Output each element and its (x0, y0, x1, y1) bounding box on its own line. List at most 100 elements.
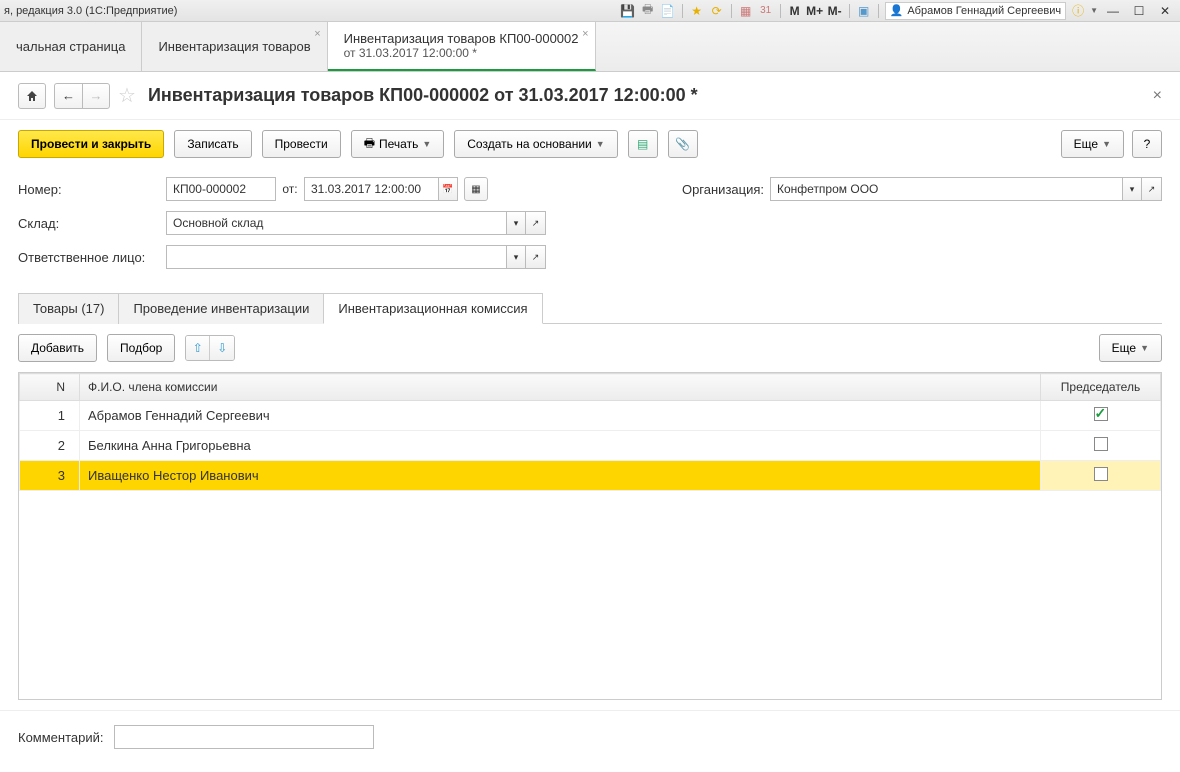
tab-start-page[interactable]: чальная страница (0, 22, 142, 71)
move-down-button[interactable]: ⇩ (210, 336, 234, 360)
close-icon[interactable]: × (582, 28, 588, 40)
create-based-button[interactable]: Создать на основании ▼ (454, 130, 617, 158)
dropdown-icon[interactable]: ▾ (506, 211, 526, 235)
warehouse-input[interactable]: Основной склад (166, 211, 506, 235)
move-up-button[interactable]: ⇧ (186, 336, 210, 360)
tab-inventory-doc[interactable]: Инвентаризация товаров КП00-000002 от 31… (328, 22, 596, 71)
cell-chair[interactable] (1041, 431, 1161, 461)
comment-label: Комментарий: (18, 730, 104, 745)
home-icon (25, 89, 39, 103)
responsible-input[interactable] (166, 245, 506, 269)
separator (849, 4, 850, 18)
save-button[interactable]: Записать (174, 130, 251, 158)
separator (878, 4, 879, 18)
cell-chair[interactable] (1041, 461, 1161, 491)
org-input[interactable]: Конфетпром ООО (770, 177, 1122, 201)
favorite-star-icon[interactable]: ☆ (118, 83, 136, 108)
tab-label: Инвентаризация товаров (158, 39, 310, 54)
cell-fio: Белкина Анна Григорьевна (80, 431, 1041, 461)
m-minus[interactable]: M- (827, 3, 843, 19)
table-row[interactable]: 3Иващенко Нестор Иванович (20, 461, 1161, 491)
close-button[interactable]: ✕ (1154, 3, 1176, 19)
history-icon[interactable]: ⟳ (709, 3, 725, 19)
titlebar: я, редакция 3.0 (1С:Предприятие) 💾 🖶 📄 ★… (0, 0, 1180, 22)
forward-button[interactable]: → (82, 83, 110, 109)
date-field[interactable]: 31.03.2017 12:00:00 📅 (304, 177, 458, 201)
chair-checkbox[interactable] (1094, 437, 1108, 451)
comment-row: Комментарий: (0, 710, 1180, 763)
table-row[interactable]: 1Абрамов Геннадий Сергеевич (20, 401, 1161, 431)
calendar-icon[interactable]: 📅 (438, 177, 458, 201)
chair-checkbox[interactable] (1094, 407, 1108, 421)
form: Номер: КП00-000002 от: 31.03.2017 12:00:… (0, 172, 1180, 288)
maximize-button[interactable]: ☐ (1128, 3, 1150, 19)
arrow-down-icon: ⇩ (217, 341, 227, 355)
home-button[interactable] (18, 83, 46, 109)
user-icon: 👤 (890, 4, 904, 17)
report-button[interactable]: ▤ (628, 130, 658, 158)
responsible-field[interactable]: ▾ ↗ (166, 245, 546, 269)
windows-icon[interactable]: ▣ (856, 3, 872, 19)
cell-chair[interactable] (1041, 401, 1161, 431)
info-caret-icon[interactable]: ▼ (1090, 6, 1098, 15)
post-button[interactable]: Провести (262, 130, 341, 158)
caret-down-icon: ▼ (596, 139, 605, 149)
page: ← → ☆ Инвентаризация товаров КП00-000002… (0, 72, 1180, 763)
close-icon[interactable]: × (314, 28, 320, 40)
attach-button[interactable]: 📎 (668, 130, 698, 158)
move-buttons: ⇧ ⇩ (185, 335, 235, 361)
org-field[interactable]: Конфетпром ООО ▾ ↗ (770, 177, 1162, 201)
comment-input[interactable] (114, 725, 374, 749)
dropdown-icon[interactable]: ▾ (1122, 177, 1142, 201)
add-button[interactable]: Добавить (18, 334, 97, 362)
close-page-button[interactable]: × (1153, 87, 1162, 105)
caret-down-icon: ▼ (1140, 343, 1149, 353)
minimize-button[interactable]: — (1102, 3, 1124, 19)
tab-audit[interactable]: Проведение инвентаризации (118, 293, 324, 324)
print-button[interactable]: 🖶 Печать ▼ (351, 130, 445, 158)
star-icon[interactable]: ★ (689, 3, 705, 19)
back-button[interactable]: ← (54, 83, 82, 109)
user-chip[interactable]: 👤 Абрамов Геннадий Сергеевич (885, 2, 1066, 20)
col-fio[interactable]: Ф.И.О. члена комиссии (80, 374, 1041, 401)
tab-inventory-list[interactable]: Инвентаризация товаров × (142, 22, 327, 71)
tab-commission[interactable]: Инвентаризационная комиссия (323, 293, 542, 324)
info-icon[interactable]: ⓘ (1070, 3, 1086, 19)
paperclip-icon: 📎 (675, 137, 690, 151)
more-label: Еще (1112, 341, 1136, 355)
calendar-icon[interactable]: 31 (758, 3, 774, 19)
dropdown-icon[interactable]: ▾ (506, 245, 526, 269)
page-header: ← → ☆ Инвентаризация товаров КП00-000002… (0, 72, 1180, 120)
post-and-close-button[interactable]: Провести и закрыть (18, 130, 164, 158)
doc-icon[interactable]: 📄 (660, 3, 676, 19)
table-row[interactable]: 2Белкина Анна Григорьевна (20, 431, 1161, 461)
col-number[interactable]: N (20, 374, 80, 401)
open-icon[interactable]: ↗ (1142, 177, 1162, 201)
subtoolbar: Добавить Подбор ⇧ ⇩ Еще ▼ (0, 324, 1180, 372)
m-label[interactable]: M (787, 3, 803, 19)
print-icon[interactable]: 🖶 (640, 3, 656, 19)
save-icon[interactable]: 💾 (620, 3, 636, 19)
col-chair[interactable]: Председатель (1041, 374, 1161, 401)
show-movements-button[interactable]: ▦ (464, 177, 488, 201)
tab-goods[interactable]: Товары (17) (18, 293, 119, 324)
tab-label: чальная страница (16, 39, 125, 54)
more-button[interactable]: Еще ▼ (1061, 130, 1124, 158)
tab-label: Инвентаризация товаров КП00-000002 (344, 31, 579, 46)
titlebar-icons: 💾 🖶 📄 ★ ⟳ ▦ 31 M M+ M- ▣ 👤 Абрамов Генна… (620, 2, 1176, 20)
more-button-sub[interactable]: Еще ▼ (1099, 334, 1162, 362)
open-icon[interactable]: ↗ (526, 211, 546, 235)
date-input[interactable]: 31.03.2017 12:00:00 (304, 177, 438, 201)
help-button[interactable]: ? (1132, 130, 1162, 158)
open-icon[interactable]: ↗ (526, 245, 546, 269)
calc-icon[interactable]: ▦ (738, 3, 754, 19)
more-label: Еще (1074, 137, 1098, 151)
number-input[interactable]: КП00-000002 (166, 177, 276, 201)
arrow-up-icon: ⇧ (193, 341, 203, 355)
pick-button[interactable]: Подбор (107, 334, 175, 362)
cell-n: 3 (20, 461, 80, 491)
chair-checkbox[interactable] (1094, 467, 1108, 481)
cell-n: 1 (20, 401, 80, 431)
m-plus[interactable]: M+ (807, 3, 823, 19)
warehouse-field[interactable]: Основной склад ▾ ↗ (166, 211, 546, 235)
